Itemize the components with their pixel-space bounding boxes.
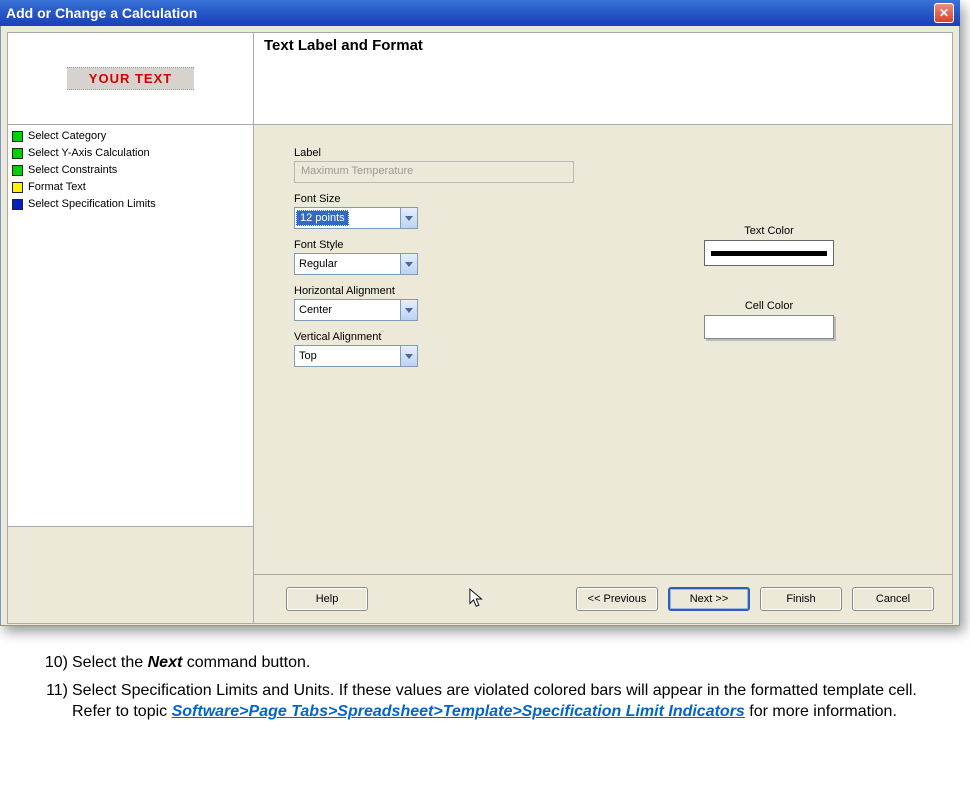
step-label: Select Specification Limits: [28, 196, 156, 213]
halign-combo[interactable]: Center: [294, 299, 418, 321]
status-icon: [12, 131, 23, 142]
fontstyle-combo[interactable]: Regular: [294, 253, 418, 275]
label-input[interactable]: Maximum Temperature: [294, 161, 574, 183]
chevron-down-icon: [400, 300, 417, 320]
field-fontsize: Font Size 12 points: [294, 193, 912, 229]
preview-text: YOUR TEXT: [67, 67, 194, 90]
instructions: 10) Select the Next command button. 11) …: [0, 646, 920, 723]
step-label: Format Text: [28, 179, 86, 196]
button-row: Help << Previous Next >> Finish Cancel: [254, 575, 952, 623]
titlebar: Add or Change a Calculation ✕: [0, 0, 960, 26]
instruction-11: 11) Select Specification Limits and Unit…: [40, 680, 920, 723]
dialog-body: YOUR TEXT Select Category Select Y-Axis …: [0, 26, 960, 626]
preview-pane: YOUR TEXT: [8, 33, 253, 125]
help-button[interactable]: Help: [286, 587, 368, 611]
instruction-10-num: 10): [40, 652, 72, 674]
text-color-picker[interactable]: [704, 240, 834, 266]
label-label: Label: [294, 147, 912, 159]
step-format-text[interactable]: Format Text: [12, 179, 249, 196]
previous-button[interactable]: << Previous: [576, 587, 658, 611]
fontstyle-value: Regular: [295, 258, 400, 270]
status-icon: [12, 199, 23, 210]
left-column: YOUR TEXT Select Category Select Y-Axis …: [8, 33, 254, 623]
i10-next: Next: [148, 654, 183, 671]
fontsize-value: 12 points: [296, 210, 349, 226]
status-icon: [12, 182, 23, 193]
step-spec-limits[interactable]: Select Specification Limits: [12, 196, 249, 213]
chevron-down-icon: [400, 208, 417, 228]
step-select-category[interactable]: Select Category: [12, 128, 249, 145]
chevron-down-icon: [400, 254, 417, 274]
instruction-10: 10) Select the Next command button.: [40, 652, 920, 674]
close-button[interactable]: ✕: [934, 3, 954, 23]
cell-color-label: Cell Color: [704, 300, 834, 312]
fontsize-label: Font Size: [294, 193, 912, 205]
text-color-group: Text Color: [704, 225, 834, 266]
halign-value: Center: [295, 304, 400, 316]
i11-link[interactable]: Software>Page Tabs>Spreadsheet>Template>…: [172, 703, 745, 720]
instruction-11-num: 11): [40, 680, 72, 723]
field-label: Label Maximum Temperature: [294, 147, 912, 183]
panel-title: Text Label and Format: [254, 33, 952, 125]
form-area: Label Maximum Temperature Font Size 12 p…: [254, 125, 952, 575]
next-button[interactable]: Next >>: [668, 587, 750, 611]
wizard-steps: Select Category Select Y-Axis Calculatio…: [8, 125, 253, 527]
left-bottom-spacer: [8, 527, 253, 623]
fontsize-combo[interactable]: 12 points: [294, 207, 418, 229]
valign-combo[interactable]: Top: [294, 345, 418, 367]
cancel-button[interactable]: Cancel: [852, 587, 934, 611]
window-title: Add or Change a Calculation: [6, 5, 197, 21]
step-select-yaxis[interactable]: Select Y-Axis Calculation: [12, 145, 249, 162]
right-column: Text Label and Format Label Maximum Temp…: [254, 33, 952, 623]
step-label: Select Y-Axis Calculation: [28, 145, 150, 162]
step-label: Select Category: [28, 128, 106, 145]
i11-text-b: for more information.: [745, 703, 897, 720]
status-icon: [12, 148, 23, 159]
content: YOUR TEXT Select Category Select Y-Axis …: [7, 32, 953, 624]
dialog-window: Add or Change a Calculation ✕ YOUR TEXT …: [0, 0, 960, 626]
step-select-constraints[interactable]: Select Constraints: [12, 162, 249, 179]
i10-text-c: command button.: [182, 654, 310, 671]
valign-value: Top: [295, 350, 400, 362]
i10-text-a: Select the: [72, 654, 148, 671]
finish-button[interactable]: Finish: [760, 587, 842, 611]
cell-color-picker[interactable]: [704, 315, 834, 339]
cell-color-group: Cell Color: [704, 300, 834, 339]
chevron-down-icon: [400, 346, 417, 366]
step-label: Select Constraints: [28, 162, 117, 179]
text-color-label: Text Color: [704, 225, 834, 237]
status-icon: [12, 165, 23, 176]
halign-label: Horizontal Alignment: [294, 285, 912, 297]
close-icon: ✕: [939, 6, 949, 20]
